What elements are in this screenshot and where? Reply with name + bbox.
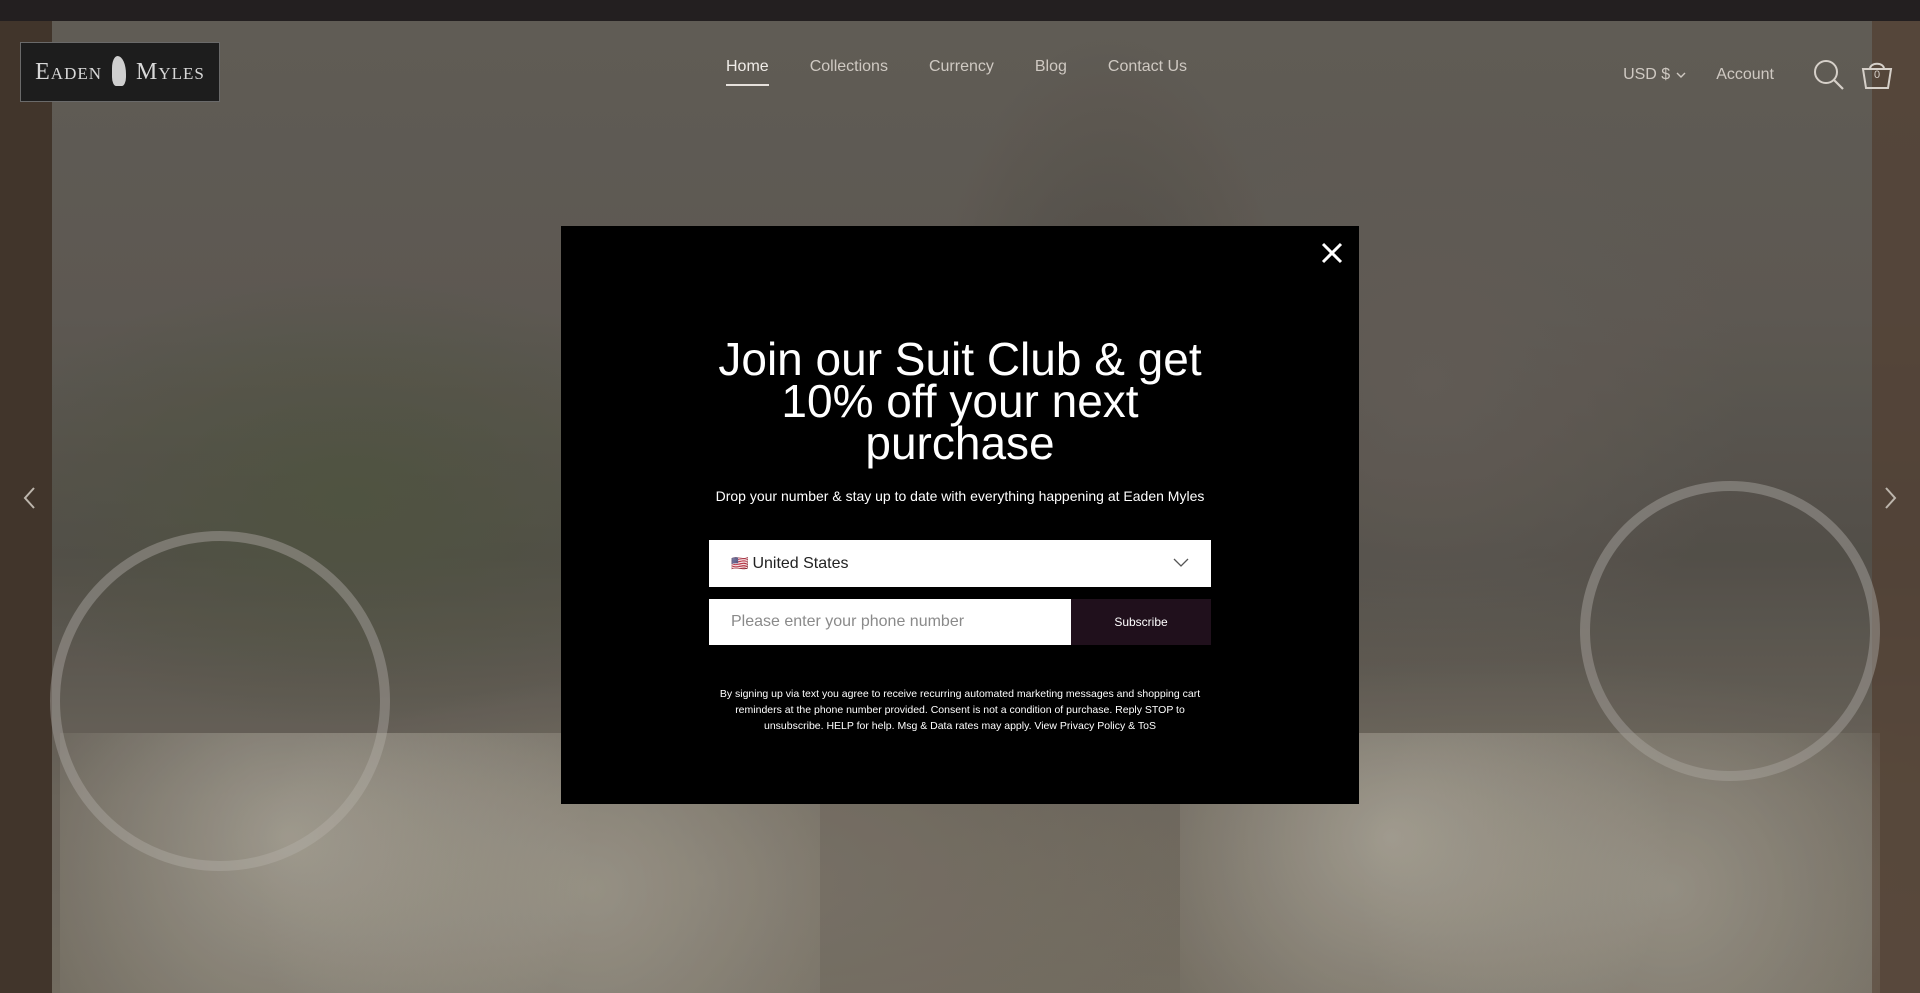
legal-disclaimer: By signing up via text you agree to rece… (719, 688, 1201, 732)
brand-logo[interactable]: Eaden Myles (20, 42, 220, 102)
modal-subtitle: Drop your number & stay up to date with … (715, 488, 1205, 504)
chevron-down-icon (1676, 72, 1686, 78)
close-icon[interactable] (1317, 238, 1347, 268)
logo-text-right: Myles (136, 58, 205, 85)
cart-count: 0 (1873, 69, 1881, 81)
account-link[interactable]: Account (1716, 66, 1774, 84)
currency-label: USD $ (1623, 66, 1671, 83)
cart-icon[interactable]: 0 (1860, 58, 1894, 92)
horse-logo-icon (106, 52, 132, 92)
country-value: United States (752, 554, 849, 572)
signup-modal: Join our Suit Club & get 10% off your ne… (561, 226, 1359, 804)
flag-icon: 🇺🇸 (731, 555, 749, 571)
logo-text-left: Eaden (35, 58, 103, 85)
nav-item-collections[interactable]: Collections (810, 58, 888, 86)
header-actions: USD $ Account 0 (1623, 58, 1894, 92)
nav-item-blog[interactable]: Blog (1035, 58, 1067, 86)
main-nav: Home Collections Currency Blog Contact U… (726, 58, 1228, 86)
phone-input[interactable] (709, 599, 1071, 645)
chevron-left-icon[interactable] (18, 484, 42, 512)
nav-item-contact-us[interactable]: Contact Us (1108, 58, 1187, 86)
top-bar (0, 0, 1920, 21)
chevron-down-icon (1173, 558, 1189, 567)
search-icon[interactable] (1812, 58, 1846, 92)
currency-selector[interactable]: USD $ (1623, 66, 1686, 84)
subscribe-button[interactable]: Subscribe (1071, 599, 1211, 645)
modal-title: Join our Suit Club & get 10% off your ne… (718, 333, 1202, 469)
country-select[interactable]: 🇺🇸 United States (709, 540, 1211, 587)
nav-item-home[interactable]: Home (726, 58, 769, 86)
nav-item-currency[interactable]: Currency (929, 58, 994, 86)
chevron-right-icon[interactable] (1878, 484, 1902, 512)
